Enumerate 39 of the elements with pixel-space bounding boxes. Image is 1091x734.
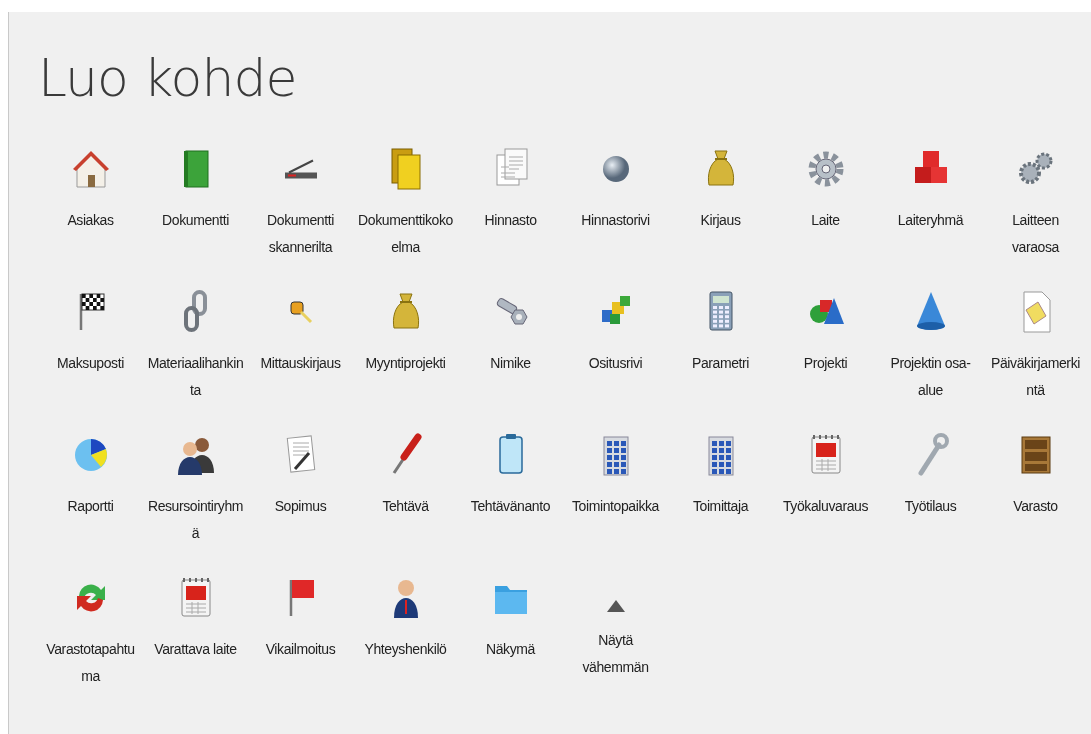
item-link[interactable]: Työtilaus (882, 493, 979, 520)
scanner-icon (284, 159, 317, 179)
item-link[interactable]: Dokumenttikokoelma (357, 207, 454, 261)
item-link[interactable]: Projekti (777, 350, 874, 377)
item-link[interactable]: Päiväkirjamerkintä (987, 350, 1084, 404)
item-link[interactable]: Näkymä (462, 636, 559, 663)
item-link[interactable]: Sopimus (252, 493, 349, 520)
item-link[interactable]: Maksuposti (42, 350, 139, 377)
item-link[interactable]: Hinnastorivi (567, 207, 664, 234)
item-link[interactable]: Mittauskirjaus (252, 350, 349, 377)
item-link[interactable]: Yhteyshenkilö (357, 636, 454, 663)
item-link[interactable]: Ositusrivi (567, 350, 664, 377)
item-link[interactable]: Dokumentti (147, 207, 244, 234)
item-link[interactable]: Varastotapahtuma (42, 636, 139, 690)
item-link[interactable]: Tehtävänanto (462, 493, 559, 520)
collapse-triangle-icon (606, 600, 625, 612)
item-link[interactable]: Laitteen varaosa (987, 207, 1084, 261)
item-link[interactable]: Parametri (672, 350, 769, 377)
item-link[interactable]: Dokumentti skannerilta (252, 207, 349, 261)
item-link[interactable]: Myyntiprojekti (357, 350, 454, 377)
item-link[interactable]: Toimittaja (672, 493, 769, 520)
item-link[interactable]: Vikailmoitus (252, 636, 349, 663)
page-title: Luo kohde (38, 48, 298, 108)
item-link[interactable]: Varattava laite (147, 636, 244, 663)
item-link[interactable]: Varasto (987, 493, 1084, 520)
item-link[interactable]: Työkaluvaraus (777, 493, 874, 520)
item-link[interactable]: Resursointiryhmä (147, 493, 244, 547)
item-link[interactable]: Asiakas (42, 207, 139, 234)
item-link[interactable]: Materiaalihankinta (147, 350, 244, 404)
item-link[interactable]: Laiteryhmä (882, 207, 979, 234)
item-link[interactable]: Tehtävä (357, 493, 454, 520)
item-link[interactable]: Hinnasto (462, 207, 559, 234)
item-link[interactable]: Laite (777, 207, 874, 234)
show-less-button[interactable]: Näytä vähemmän (563, 569, 668, 690)
item-link[interactable]: Toimintopaikka (567, 493, 664, 520)
item-link[interactable]: Kirjaus (672, 207, 769, 234)
item-link[interactable]: Nimike (462, 350, 559, 377)
item-link[interactable]: Raportti (42, 493, 139, 520)
item-link[interactable]: Projektin osa-alue (882, 350, 979, 404)
